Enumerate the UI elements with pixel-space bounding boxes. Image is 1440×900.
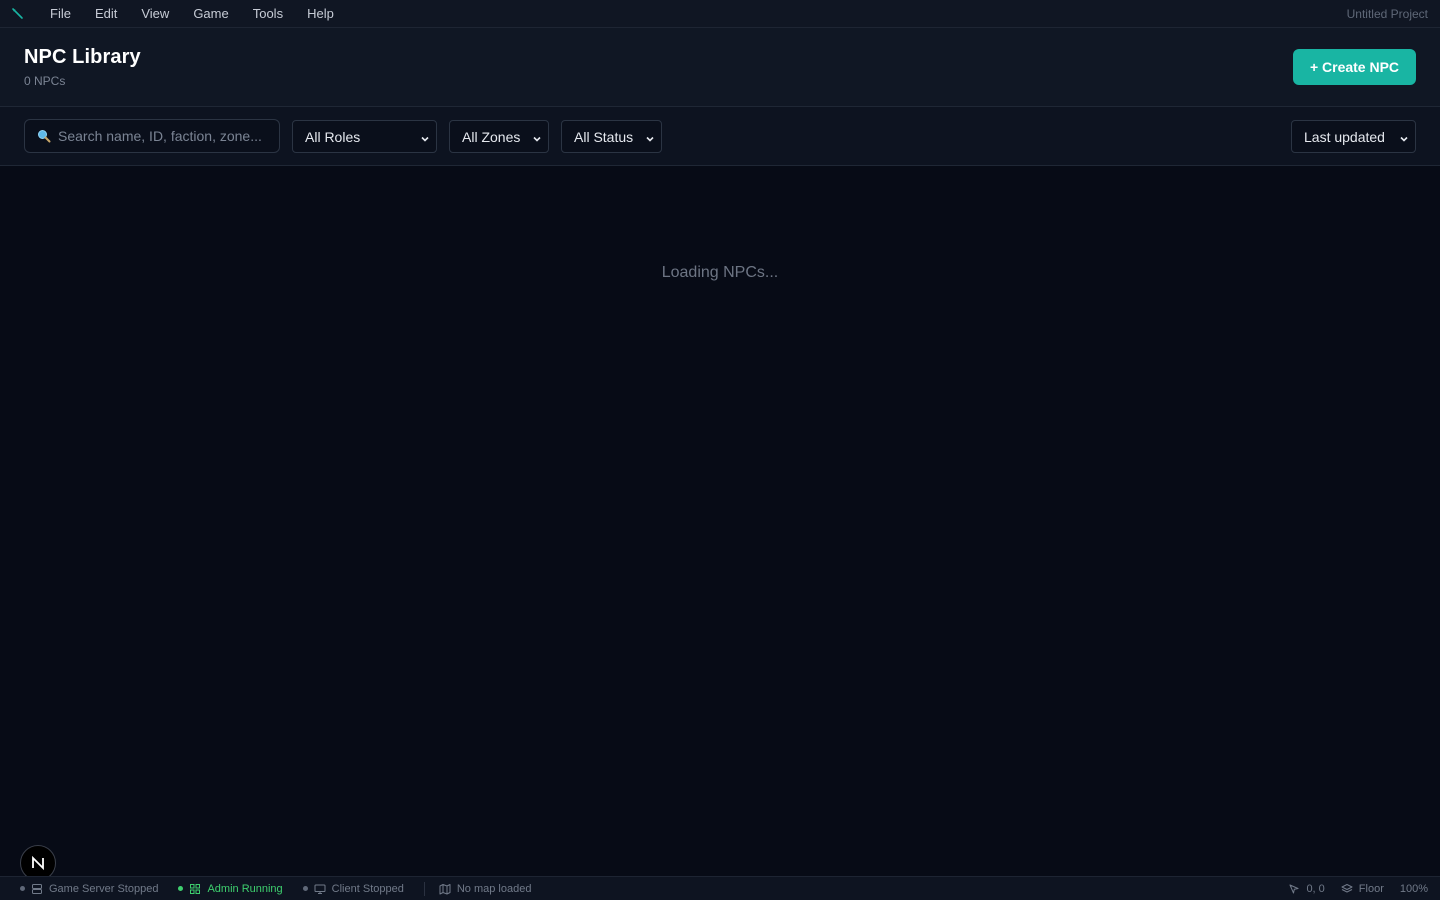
game-server-status[interactable]: Game Server Stopped (20, 877, 158, 900)
loading-message: Loading NPCs... (661, 264, 779, 281)
status-dot (178, 886, 184, 891)
menu-tools[interactable]: Tools (241, 0, 295, 28)
client-label: Client Stopped (331, 882, 404, 895)
grid-icon (189, 883, 201, 895)
status-select[interactable]: All Status (561, 120, 662, 153)
client-status[interactable]: Client Stopped (302, 877, 404, 900)
search-box[interactable] (24, 119, 280, 153)
layer-indicator[interactable]: Floor (1341, 877, 1384, 900)
status-select-value: All Status (574, 128, 634, 145)
chevron-down-icon (532, 131, 542, 147)
status-right-group: 0, 0 Floor 100% (1288, 877, 1428, 900)
chevron-down-icon (645, 131, 655, 147)
map-label: No map loaded (456, 882, 532, 895)
menu-view[interactable]: View (129, 0, 181, 28)
chevron-down-icon (420, 131, 430, 147)
page-header: NPC Library 0 NPCs + Create NPC (0, 28, 1440, 107)
zones-select[interactable]: All Zones (449, 120, 549, 153)
roles-select-value: All Roles (305, 128, 361, 145)
status-dot (302, 886, 308, 891)
pen-icon[interactable] (0, 0, 36, 28)
n-logo-icon (32, 855, 44, 871)
status-dot (20, 886, 25, 891)
admin-label: Admin Running (207, 882, 283, 895)
create-npc-button[interactable]: + Create NPC (1293, 49, 1416, 85)
search-icon (37, 128, 53, 144)
menu-game[interactable]: Game (181, 0, 240, 28)
cursor-coords: 0, 0 (1288, 877, 1325, 900)
roles-select[interactable]: All Roles (292, 120, 437, 153)
layer-label: Floor (1358, 883, 1384, 895)
search-input[interactable] (58, 128, 274, 144)
cursor-icon (1288, 883, 1300, 895)
status-bar: Game Server Stopped Admin Running Client… (0, 876, 1440, 900)
project-title: Untitled Project (1346, 7, 1428, 21)
layers-icon (1341, 883, 1353, 895)
admin-status[interactable]: Admin Running (178, 877, 283, 900)
zones-select-value: All Zones (462, 128, 521, 145)
sort-select-value: Last updated (1304, 128, 1385, 145)
zoom-level[interactable]: 100% (1400, 877, 1428, 900)
coords-value: 0, 0 (1306, 883, 1325, 895)
chevron-down-icon (1399, 131, 1409, 147)
menu-bar: File Edit View Game Tools Help Untitled … (0, 0, 1440, 28)
filter-bar: All Roles All Zones All Status Last upda… (0, 107, 1440, 166)
npc-list-area: Loading NPCs... (0, 166, 1440, 876)
map-icon (439, 883, 451, 895)
menu-edit[interactable]: Edit (83, 0, 129, 28)
menu-help[interactable]: Help (295, 0, 346, 28)
game-server-label: Game Server Stopped (49, 882, 159, 895)
menu-file[interactable]: File (38, 0, 83, 28)
divider (423, 881, 425, 896)
sort-select[interactable]: Last updated (1291, 120, 1416, 153)
monitor-icon (314, 883, 326, 895)
server-icon (31, 883, 43, 895)
page-title: NPC Library (24, 46, 141, 68)
map-status: No map loaded (439, 877, 532, 900)
npc-count: 0 NPCs (24, 74, 66, 88)
